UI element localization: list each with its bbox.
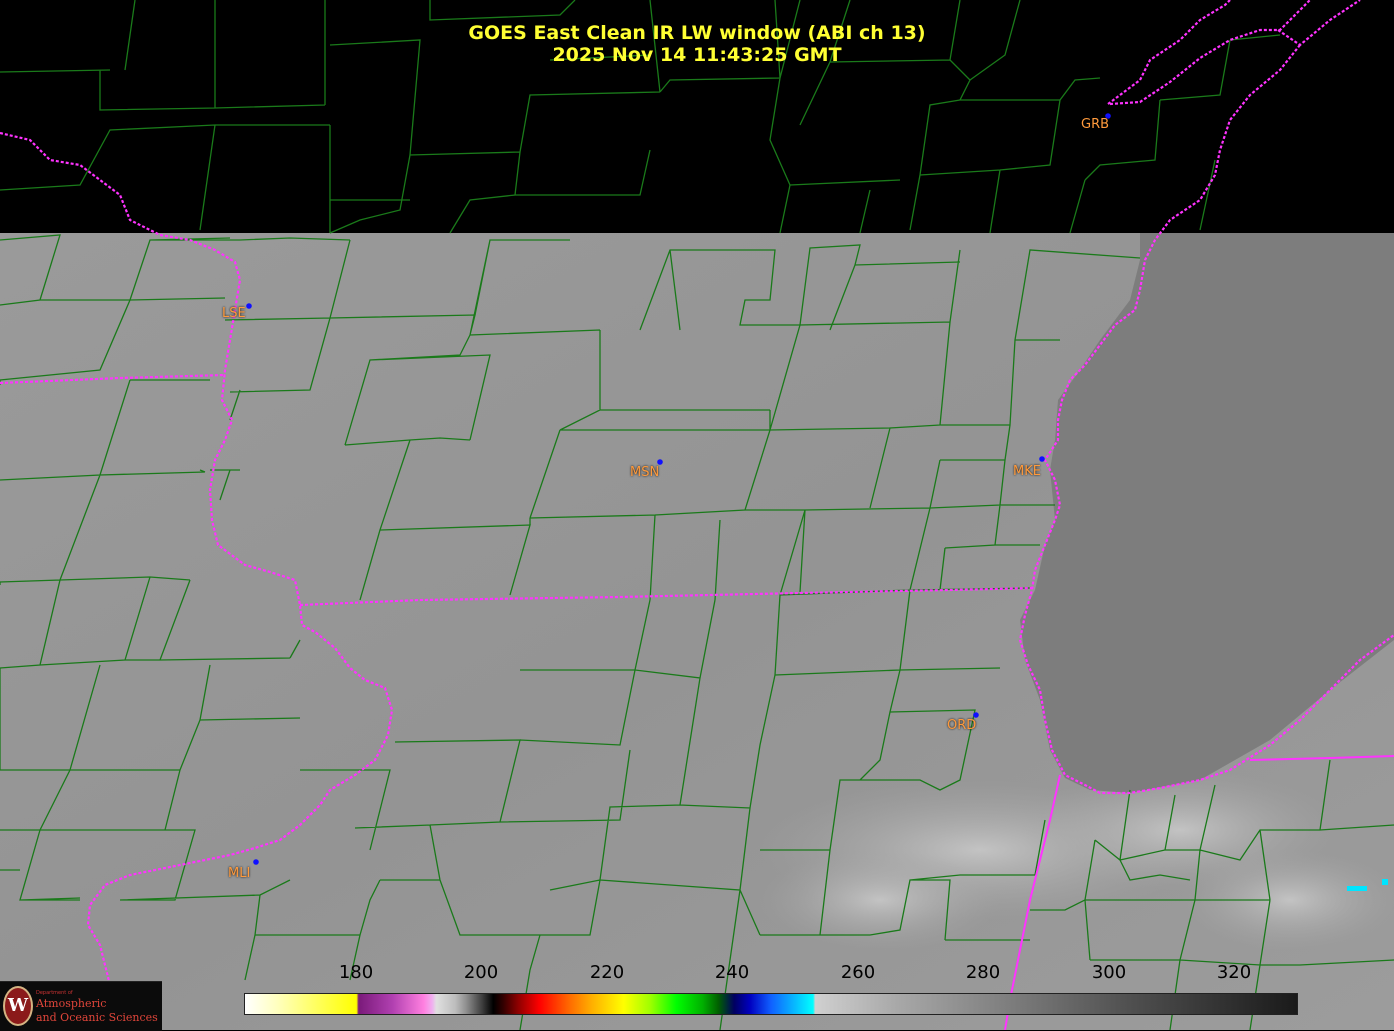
city-label-ord: ORD (947, 718, 977, 733)
title-line1: GOES East Clean IR LW window (ABI ch 13) (468, 22, 926, 44)
colorbar-tick: 200 (463, 962, 499, 983)
uw-seal-icon: W (3, 986, 33, 1026)
satellite-map (0, 0, 1394, 1030)
cyan-mark (1382, 879, 1388, 885)
city-label-grb: GRB (1081, 117, 1110, 132)
cyan-mark (1347, 886, 1367, 891)
city-label-msn: MSN (630, 465, 660, 480)
colorbar-tick: 300 (1091, 962, 1127, 983)
city-label-lse: LSE (222, 306, 246, 321)
temperature-colorbar (244, 993, 1298, 1015)
colorbar-tick: 280 (965, 962, 1001, 983)
colorbar-tick: 260 (840, 962, 876, 983)
colorbar-tick: 180 (338, 962, 374, 983)
logo-line2: and Oceanic Sciences (36, 1011, 158, 1024)
city-label-mke: MKE (1013, 464, 1041, 479)
colorbar-tick: 220 (589, 962, 625, 983)
colorbar-tick: 240 (714, 962, 750, 983)
city-label-mli: MLI (228, 866, 251, 881)
logo-line1: Atmospheric (36, 997, 107, 1010)
colorbar-tick: 320 (1216, 962, 1252, 983)
aos-logo: W Department of Atmospheric and Oceanic … (0, 981, 162, 1031)
logo-dept-small: Department of (36, 990, 73, 996)
title-line2: 2025 Nov 14 11:43:25 GMT (552, 44, 842, 66)
